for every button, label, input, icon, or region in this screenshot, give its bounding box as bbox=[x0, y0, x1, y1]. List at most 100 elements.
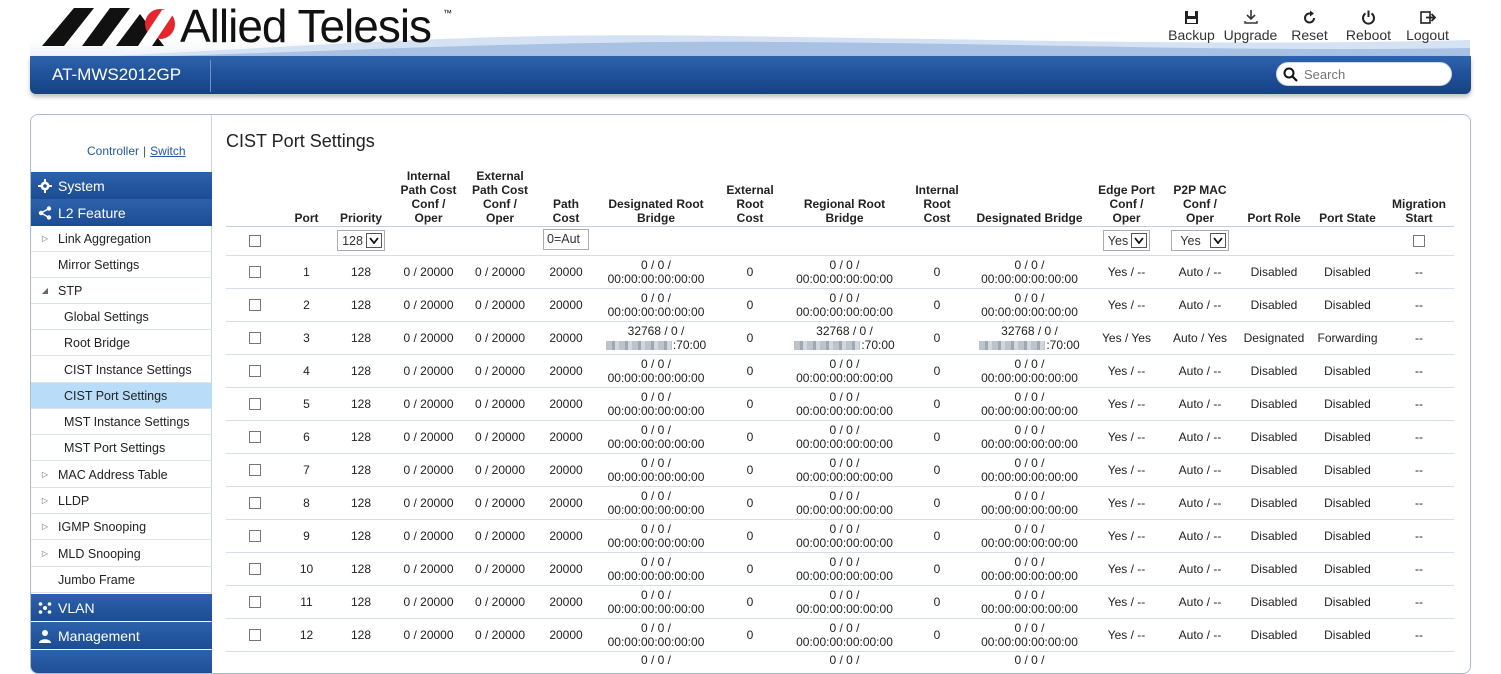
sidebar-section-management[interactable]: Management bbox=[31, 622, 212, 649]
sidebar-item-mst-instance-settings[interactable]: MST Instance Settings bbox=[31, 409, 212, 435]
masked-mac-address bbox=[979, 340, 1046, 350]
cell-p2p: Auto / -- bbox=[1163, 551, 1237, 585]
row-select-checkbox[interactable] bbox=[249, 464, 261, 477]
upgrade-button[interactable]: Upgrade bbox=[1221, 8, 1280, 43]
reset-button[interactable]: Reset bbox=[1280, 8, 1339, 43]
sidebar-item-stp[interactable]: ◢ STP bbox=[31, 278, 212, 304]
p2p-mac-filter-select[interactable]: Yes bbox=[1171, 230, 1229, 251]
sidebar-section-vlan[interactable]: VLAN bbox=[31, 594, 212, 621]
row-select-checkbox[interactable] bbox=[249, 365, 261, 378]
cell-erc: 0 bbox=[716, 518, 784, 552]
expand-triangle-icon: ▷ bbox=[41, 549, 49, 558]
cell-role: Designated bbox=[1237, 320, 1311, 354]
row-select-checkbox[interactable] bbox=[249, 332, 261, 345]
cell-rrb: 0 / 0 /00:00:00:00:00:00 bbox=[784, 386, 905, 420]
row-select-checkbox[interactable] bbox=[249, 431, 261, 444]
cell-rrb: 0 / 0 /00:00:00:00:00:00 bbox=[784, 452, 905, 486]
row-select-checkbox[interactable] bbox=[249, 497, 261, 510]
reboot-button[interactable]: Reboot bbox=[1339, 8, 1398, 43]
sidebar-item-mac-address-table[interactable]: ▷ MAC Address Table bbox=[31, 462, 212, 488]
save-icon bbox=[1185, 10, 1198, 24]
row-select-checkbox[interactable] bbox=[249, 563, 261, 576]
cell-db: 0 / 0 /00:00:00:00:00:00 bbox=[969, 617, 1090, 651]
sidebar-item-igmp-snooping[interactable]: ▷ IGMP Snooping bbox=[31, 514, 212, 540]
row-select-checkbox[interactable] bbox=[249, 398, 261, 411]
sidebar-item-label: MST Port Settings bbox=[64, 440, 166, 455]
select-all-checkbox[interactable] bbox=[249, 235, 261, 248]
sidebar-item-label: MAC Address Table bbox=[58, 467, 168, 482]
cell-port: 5 bbox=[284, 386, 329, 420]
chevron-down-icon bbox=[369, 237, 379, 244]
cell-priority: 128 bbox=[329, 353, 393, 387]
cell-db: 0 / 0 /00:00:00:00:00:00 bbox=[969, 584, 1090, 618]
cell-erc: 0 bbox=[716, 617, 784, 651]
migration-start-all-checkbox[interactable] bbox=[1413, 235, 1425, 248]
cell-db: 0 / 0 /00:00:00:00:00:00 bbox=[969, 386, 1090, 420]
cell-mig: -- bbox=[1384, 287, 1454, 321]
backup-label: Backup bbox=[1168, 27, 1215, 43]
cell-pc: 20000 bbox=[536, 386, 596, 420]
sidebar-item-label: MLD Snooping bbox=[58, 546, 141, 561]
sidebar-section-system[interactable]: System bbox=[31, 172, 212, 199]
backup-button[interactable]: Backup bbox=[1162, 8, 1221, 43]
network-icon bbox=[38, 601, 52, 614]
cell-irc: 0 bbox=[905, 386, 969, 420]
table-row: 3 128 0 / 20000 0 / 20000 20000 32768 / 0 /:7… bbox=[226, 320, 1454, 354]
sidebar-item-root-bridge[interactable]: Root Bridge bbox=[31, 330, 212, 356]
cell-ipc: 0 / 20000 bbox=[393, 419, 464, 453]
cell-state: Disabled bbox=[1311, 254, 1384, 288]
table-row: 7 128 0 / 20000 0 / 20000 20000 0 / 0 /00:00:… bbox=[226, 452, 1454, 486]
row-select-checkbox[interactable] bbox=[249, 530, 261, 543]
cell-state bbox=[1311, 650, 1384, 673]
search-input[interactable] bbox=[1304, 66, 1444, 82]
cell-epc: 0 / 20000 bbox=[464, 353, 536, 387]
cell-erc: 0 bbox=[716, 353, 784, 387]
cell-drb: 0 / 0 /00:00:00:00:00:00 bbox=[596, 485, 716, 519]
col-priority: Priority bbox=[339, 210, 382, 225]
table-row: 9 128 0 / 20000 0 / 20000 20000 0 / 0 /00:00:… bbox=[226, 518, 1454, 552]
masked-mac-address bbox=[794, 340, 861, 350]
cist-port-table: Port Priority Internal Path Cost Conf / Ope… bbox=[226, 168, 1454, 673]
cell-priority: 128 bbox=[329, 485, 393, 519]
cell-rrb: 0 / 0 / bbox=[784, 650, 905, 673]
sidebar-item-cist-instance-settings[interactable]: CIST Instance Settings bbox=[31, 357, 212, 383]
row-select-checkbox[interactable] bbox=[249, 596, 261, 609]
path-cost-filter-input[interactable]: 0=Aut bbox=[543, 228, 589, 250]
sidebar-item-mst-port-settings[interactable]: MST Port Settings bbox=[31, 435, 212, 461]
controller-link[interactable]: Controller bbox=[87, 144, 139, 158]
cell-ipc: 0 / 20000 bbox=[393, 584, 464, 618]
sidebar-section-next[interactable] bbox=[31, 650, 212, 673]
cell-p2p: Auto / -- bbox=[1163, 485, 1237, 519]
mode-switcher: Controller | Switch bbox=[87, 144, 186, 158]
cell-db: 32768 / 0 /:70:00 bbox=[969, 320, 1090, 354]
switch-link[interactable]: Switch bbox=[150, 144, 185, 158]
cell-erc: 0 bbox=[716, 320, 784, 354]
sidebar-item-global-settings[interactable]: Global Settings bbox=[31, 304, 212, 330]
sidebar-item-mirror-settings[interactable]: Mirror Settings bbox=[31, 252, 212, 278]
search-box[interactable] bbox=[1276, 62, 1452, 86]
cell-erc: 0 bbox=[716, 584, 784, 618]
cell-irc: 0 bbox=[905, 518, 969, 552]
cell-state: Disabled bbox=[1311, 419, 1384, 453]
row-select-checkbox[interactable] bbox=[249, 299, 261, 312]
col-internal-path-cost: Internal Path Cost Conf / Oper bbox=[400, 168, 457, 225]
sidebar-item-lldp[interactable]: ▷ LLDP bbox=[31, 488, 212, 514]
logout-button[interactable]: Logout bbox=[1398, 8, 1457, 43]
sidebar-item-jumbo-frame[interactable]: Jumbo Frame bbox=[31, 567, 212, 593]
row-select-checkbox[interactable] bbox=[249, 629, 261, 642]
cell-port bbox=[284, 650, 329, 673]
cell-pc: 20000 bbox=[536, 551, 596, 585]
row-select-checkbox[interactable] bbox=[249, 266, 261, 279]
edge-port-filter-select[interactable]: Yes bbox=[1102, 230, 1151, 251]
reset-icon bbox=[1304, 10, 1315, 23]
sidebar-item-label: Jumbo Frame bbox=[58, 572, 136, 587]
sidebar-item-link-aggregation[interactable]: ▷ Link Aggregation bbox=[31, 226, 212, 252]
cell-port: 3 bbox=[284, 320, 329, 354]
cell-state: Disabled bbox=[1311, 485, 1384, 519]
sidebar-item-cist-port-settings[interactable]: CIST Port Settings bbox=[31, 383, 212, 409]
cell-irc: 0 bbox=[905, 287, 969, 321]
priority-filter-select[interactable]: 128 bbox=[337, 230, 385, 251]
sidebar-section-l2-feature[interactable]: L2 Feature bbox=[31, 199, 212, 226]
sidebar-item-mld-snooping[interactable]: ▷ MLD Snooping bbox=[31, 541, 212, 567]
cell-irc: 0 bbox=[905, 584, 969, 618]
